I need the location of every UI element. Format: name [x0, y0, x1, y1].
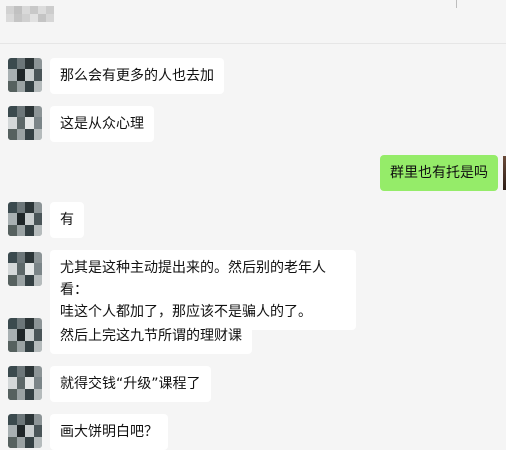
sender-avatar[interactable] — [8, 414, 42, 448]
message-bubble[interactable]: 那么会有更多的人也去加 — [50, 58, 224, 94]
sender-avatar[interactable] — [8, 252, 42, 286]
message-bubble[interactable]: 这是从众心理 — [50, 106, 154, 142]
message-bubble[interactable]: 然后上完这九节所谓的理财课 — [50, 318, 252, 354]
sender-avatar[interactable] — [8, 202, 42, 236]
message-bubble[interactable]: 就得交钱“升级”课程了 — [50, 366, 211, 402]
sender-avatar[interactable] — [8, 366, 42, 400]
message-bubble-outgoing[interactable]: 群里也有托是吗 — [380, 155, 498, 191]
message-line: 尤其是这种主动提出来的。然后别的老年人看： — [60, 260, 326, 298]
message-bubble[interactable]: 有 — [50, 202, 84, 238]
header-divider — [456, 0, 457, 8]
chat-title-blurred — [6, 6, 54, 22]
sender-avatar[interactable] — [8, 106, 42, 140]
sender-avatar[interactable] — [8, 318, 42, 352]
chat-header — [0, 0, 506, 44]
sender-avatar[interactable] — [8, 58, 42, 92]
message-bubble[interactable]: 画大饼明白吧？ — [50, 414, 168, 450]
